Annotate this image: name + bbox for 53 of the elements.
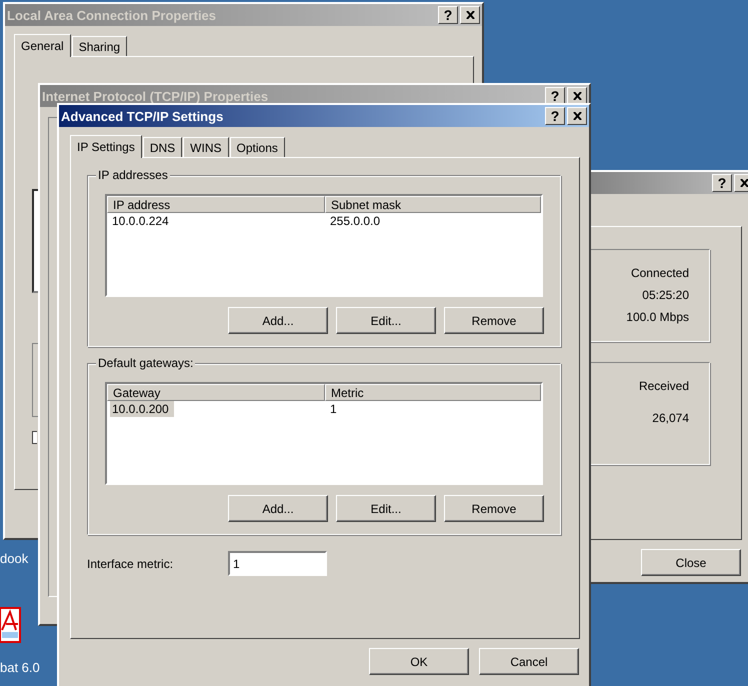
field-label: Interface metric: [87, 556, 174, 570]
close-icon [572, 112, 582, 120]
close-button[interactable] [734, 174, 748, 192]
list-button[interactable]: Remove [444, 495, 544, 522]
list-view[interactable]: Gateway Metric 10.0.0.200 1 [105, 382, 543, 485]
status-value: Connected [630, 266, 689, 280]
list-button[interactable]: Edit... [336, 307, 436, 334]
column-header[interactable]: IP address [107, 196, 325, 213]
tab[interactable]: Options [230, 137, 285, 157]
group-label: Default gateways: [96, 356, 196, 370]
input-field[interactable]: 1 [228, 551, 327, 576]
column-header[interactable]: Subnet mask [325, 196, 541, 213]
desktop-icon-label[interactable]: bat 6.0 [0, 660, 40, 675]
desktop-icon-label[interactable]: dook [0, 551, 28, 566]
group-label: IP addresses [96, 168, 170, 182]
close-icon [466, 11, 474, 19]
window-title: Advanced TCP/IP Settings [61, 108, 224, 124]
column-header[interactable]: Gateway [107, 384, 325, 401]
table-cell-text: 10.0.0.224 [111, 213, 170, 229]
table-cell-text: 1 [329, 401, 338, 417]
close-button[interactable] [567, 107, 587, 125]
close-button[interactable]: Close [641, 549, 741, 576]
column-header[interactable]: Metric [325, 384, 541, 401]
list-row[interactable]: 10.0.0.200 1 [107, 401, 541, 417]
list-button[interactable]: Remove [444, 307, 544, 334]
table-cell-text: 255.0.0.0 [329, 213, 382, 229]
column-heading: Received [638, 379, 689, 393]
list-button[interactable]: Add... [228, 495, 328, 522]
window-title: Internet Protocol (TCP/IP) Properties [42, 88, 270, 104]
close-icon [740, 179, 748, 187]
list-button[interactable]: Edit... [336, 495, 436, 522]
window-title: Local Area Connection Properties [7, 8, 218, 22]
tab[interactable]: General [14, 34, 71, 57]
list-button[interactable]: Add... [228, 307, 328, 334]
dialog-button[interactable]: OK [369, 648, 469, 675]
tab[interactable]: Sharing [72, 36, 128, 56]
dialog-button[interactable]: Cancel [479, 648, 579, 675]
document-icon[interactable] [0, 604, 22, 644]
close-button[interactable] [460, 6, 480, 24]
tab[interactable]: DNS [142, 137, 182, 157]
help-button[interactable]: ? [712, 174, 732, 192]
tab[interactable]: IP Settings [70, 135, 142, 158]
status-value: 26,074 [652, 411, 689, 425]
help-button[interactable]: ? [545, 107, 565, 125]
status-value: 05:25:20 [642, 288, 689, 302]
close-icon [572, 92, 582, 100]
status-value: 100.0 Mbps [626, 310, 689, 324]
list-row[interactable]: 10.0.0.224 255.0.0.0 [107, 213, 541, 229]
help-button[interactable]: ? [438, 6, 458, 24]
tab[interactable]: WINS [183, 137, 229, 157]
table-cell: 10.0.0.200 [110, 401, 174, 417]
list-view[interactable]: IP address Subnet mask 10.0.0.224 255.0.0.0 [105, 194, 543, 297]
checkbox[interactable] [32, 431, 37, 444]
